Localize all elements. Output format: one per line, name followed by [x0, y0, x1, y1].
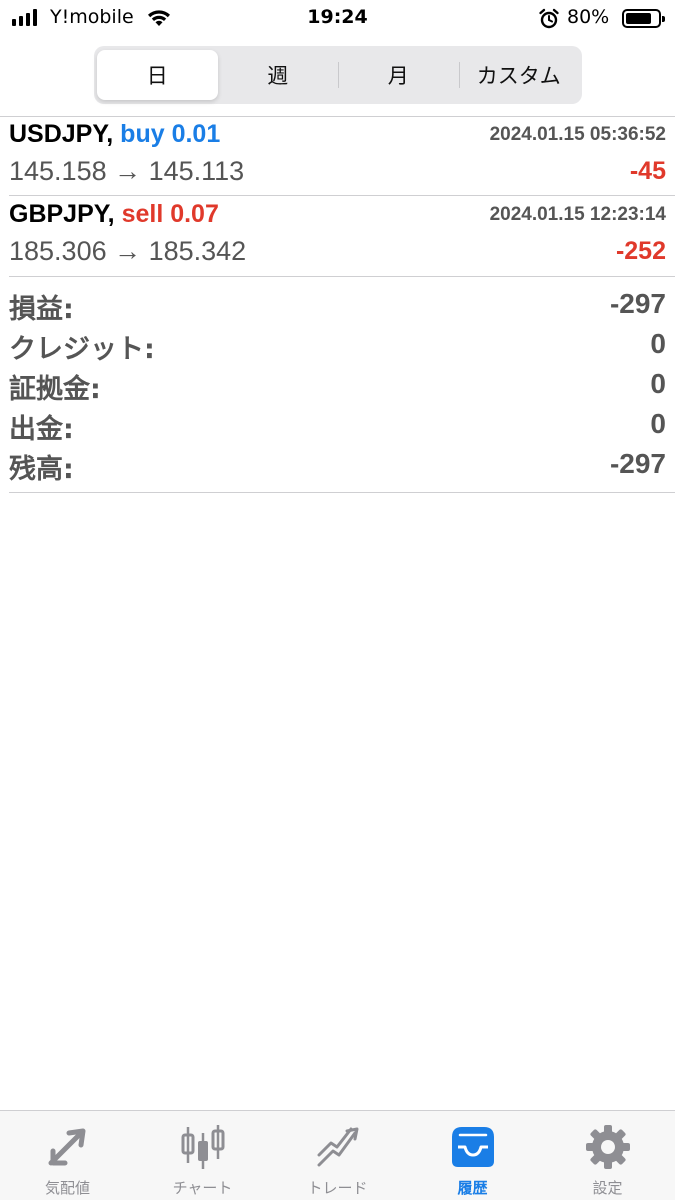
summary-row-deposit: 証拠金: 0 [0, 365, 675, 405]
trade-prices: 145.158 → 145.113 [9, 156, 245, 186]
tab-trade[interactable]: トレード [270, 1111, 405, 1200]
summary-row-withdrawal: 出金: 0 [0, 405, 675, 445]
summary-value: 0 [650, 408, 666, 439]
battery-icon [622, 9, 665, 28]
segment-day[interactable]: 日 [97, 50, 218, 100]
divider [9, 492, 675, 493]
summary-label: 損益: [9, 294, 74, 325]
summary-label: 証拠金: [9, 374, 101, 405]
summary-value: -297 [609, 288, 666, 319]
summary-label: クレジット: [9, 334, 155, 365]
summary-value: 0 [650, 368, 666, 399]
tab-settings[interactable]: 設定 [540, 1111, 675, 1200]
tab-chart[interactable]: チャート [135, 1111, 270, 1200]
segment-custom[interactable]: カスタム [458, 50, 580, 100]
settings-gear-icon [585, 1125, 630, 1169]
tab-label: 履歴 [457, 1179, 488, 1197]
summary-value: -297 [609, 448, 666, 479]
tab-bar: 気配値 チャート トレード 履歴 設定 [0, 1110, 675, 1200]
segment-week[interactable]: 週 [218, 50, 339, 100]
tab-label: チャート [172, 1179, 233, 1197]
tab-history[interactable]: 履歴 [405, 1111, 540, 1200]
summary-row-profit: 損益: -297 [0, 285, 675, 325]
trade-side-lot: sell 0.07 [121, 200, 219, 228]
trade-side-lot: buy 0.01 [120, 120, 221, 148]
divider [9, 276, 675, 277]
summary-panel: 損益: -297 クレジット: 0 証拠金: 0 出金: 0 残高: -297 [0, 285, 675, 485]
summary-label: 出金: [9, 414, 74, 445]
summary-value: 0 [650, 328, 666, 359]
trade-title: USDJPY, buy 0.01 [9, 120, 220, 149]
summary-label: 残高: [9, 454, 74, 485]
period-segmented-control: 日 週 月 カスタム [94, 46, 582, 104]
segment-month[interactable]: 月 [338, 50, 459, 100]
summary-row-credit: クレジット: 0 [0, 325, 675, 365]
tab-label: トレード [307, 1179, 368, 1197]
trade-profit: -252 [615, 237, 666, 265]
status-bar: Y!mobile 19:24 80% [0, 0, 675, 38]
trade-trend-icon [317, 1127, 358, 1167]
trade-profit: -45 [629, 157, 666, 185]
trade-row[interactable]: USDJPY, buy 0.01 2024.01.15 05:36:52 145… [0, 116, 675, 196]
trade-prices: 185.306 → 185.342 [9, 236, 247, 266]
trade-symbol: GBPJPY, [9, 200, 115, 228]
trade-symbol: USDJPY, [9, 120, 114, 148]
alarm-clock-icon [538, 8, 560, 34]
battery-percentage: 80% [567, 6, 610, 28]
trade-datetime: 2024.01.15 12:23:14 [489, 204, 666, 225]
tab-quotes[interactable]: 気配値 [0, 1111, 135, 1200]
tab-label: 気配値 [44, 1179, 90, 1197]
candlestick-chart-icon [181, 1125, 224, 1169]
history-inbox-icon [451, 1127, 494, 1167]
trade-title: GBPJPY, sell 0.07 [9, 200, 219, 229]
trade-datetime: 2024.01.15 05:36:52 [489, 124, 666, 145]
tab-label: 設定 [592, 1179, 623, 1197]
trade-row[interactable]: GBPJPY, sell 0.07 2024.01.15 12:23:14 18… [0, 196, 675, 276]
quotes-arrows-icon [48, 1128, 85, 1166]
summary-row-balance: 残高: -297 [0, 445, 675, 485]
